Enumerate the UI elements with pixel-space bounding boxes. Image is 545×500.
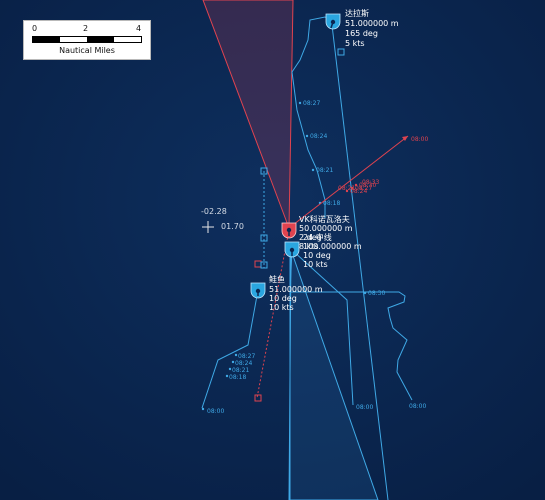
track-time-label: 08:00 (356, 404, 373, 411)
dallas-heading-label: 165 deg (345, 29, 378, 38)
salmon-depth-label: 51.000000 m (269, 285, 323, 294)
track-time-label: 08:00 (409, 403, 426, 410)
salmon-submarine-icon[interactable] (250, 282, 266, 299)
scale-bar: 0 2 4 Nautical Miles (23, 20, 151, 60)
track-time-label: 08:18 (229, 374, 246, 381)
center-line-heading-label: 10 deg (303, 251, 331, 260)
dallas-speed-label: 5 kts (345, 39, 365, 48)
track-time-label: 08:00 (411, 136, 428, 143)
track-time-label: 08:24 (235, 360, 252, 367)
track-time-label: 08:21 (338, 185, 355, 192)
vk-submarine-icon[interactable] (281, 222, 297, 239)
track-time-label: 08:24 (310, 133, 327, 140)
track-time-label: 08:00 (207, 408, 224, 415)
track-time-label: 08:27 (303, 100, 320, 107)
cursor-x-readout: -02.28 (201, 207, 227, 216)
track-time-label: 08:18 (323, 200, 340, 207)
scale-strip (32, 36, 142, 43)
salmon-name-label: 鲑鱼 (269, 274, 285, 284)
scale-tick-label: 0 (32, 24, 38, 33)
dallas-name-label: 达拉斯 (345, 8, 369, 18)
scale-unit-label: Nautical Miles (59, 46, 115, 55)
center-line-submarine-icon[interactable] (284, 241, 300, 258)
salmon-speed-label: 10 kts (269, 303, 294, 312)
track-time-label: 08:30 (368, 290, 385, 297)
scale-tick-label: 2 (83, 24, 89, 33)
track-time-label: 08:21 (316, 167, 333, 174)
tactical-map[interactable]: 08:27 08:24 08:21 08:18 08:00 08:30 08:2… (0, 0, 545, 500)
cursor-y-readout: 01.70 (221, 222, 244, 231)
center-line-speed-label: 10 kts (303, 260, 328, 269)
center-line-depth-label: 100.000000 m (303, 242, 362, 251)
vk-depth-label: 50.000000 m (299, 224, 353, 233)
dallas-submarine-icon[interactable] (325, 13, 341, 30)
salmon-heading-label: 10 deg (269, 294, 297, 303)
track-time-label: 08:21 (232, 367, 249, 374)
vk-name-label: VK科诺瓦洛夫 (299, 214, 350, 224)
center-line-name-label: 24 中线 (303, 232, 332, 242)
track-time-label: 08:27 (238, 353, 255, 360)
track-time-label: 08:33 (362, 179, 379, 186)
scale-tick-label: 4 (136, 24, 142, 33)
dallas-depth-label: 51.000000 m (345, 19, 399, 28)
